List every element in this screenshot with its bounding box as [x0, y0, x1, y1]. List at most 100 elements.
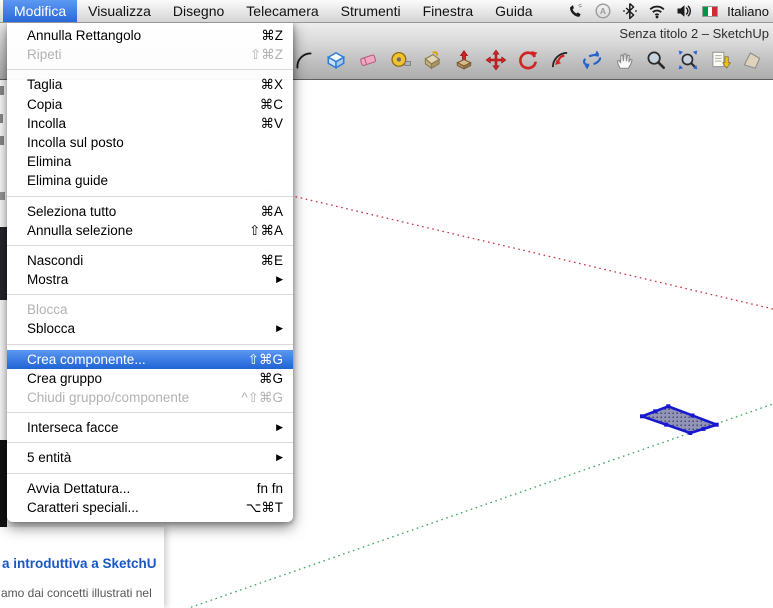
- menu-item-blocca: Blocca: [7, 300, 293, 319]
- menu-item-copia[interactable]: Copia⌘C: [7, 95, 293, 114]
- menubar-status: A Italiano: [567, 0, 773, 22]
- menu-item-label: Copia: [27, 95, 62, 114]
- tape-measure-icon[interactable]: [389, 49, 411, 71]
- menubar-item-visualizza[interactable]: Visualizza: [77, 0, 162, 22]
- edit-menu: Annulla Rettangolo⌘ZRipeti⇧⌘ZTaglia⌘XCop…: [7, 22, 293, 522]
- menu-item-shortcut: fn fn: [257, 479, 283, 498]
- menu-item-crea-gruppo[interactable]: Crea gruppo⌘G: [7, 369, 293, 388]
- menu-item-label: Incolla: [27, 114, 66, 133]
- menubar-item-finestra[interactable]: Finestra: [412, 0, 485, 22]
- push-pull-icon[interactable]: [453, 49, 475, 71]
- background-image-fragment: [0, 227, 7, 300]
- offset-icon[interactable]: [549, 49, 571, 71]
- menu-separator: [7, 289, 293, 300]
- menu-item-nascondi[interactable]: Nascondi⌘E: [7, 251, 293, 270]
- window-title: Senza titolo 2 – SketchUp: [619, 26, 769, 41]
- volume-icon[interactable]: [675, 2, 693, 20]
- menu-item-label: Blocca: [27, 300, 68, 319]
- menu-item-label: Chiudi gruppo/componente: [27, 388, 189, 407]
- menu-item-elimina[interactable]: Elimina: [7, 152, 293, 171]
- input-source-label[interactable]: Italiano: [727, 4, 769, 19]
- previous-view-icon[interactable]: [709, 49, 731, 71]
- submenu-arrow-icon: ▶: [276, 319, 283, 338]
- menubar-item-modifica[interactable]: Modifica: [3, 0, 77, 22]
- menu-item-seleziona-tutto[interactable]: Seleziona tutto ⌘A: [7, 202, 293, 221]
- rotate-icon[interactable]: [517, 49, 539, 71]
- paint-bucket-icon[interactable]: [421, 49, 443, 71]
- menu-item-shortcut: ⇧⌘Z: [250, 45, 283, 64]
- menu-item-shortcut: ^⇧⌘G: [241, 388, 283, 407]
- menubar-items: ModificaVisualizzaDisegnoTelecameraStrum…: [0, 0, 544, 22]
- menu-item-label: Elimina guide: [27, 171, 108, 190]
- help-link[interactable]: a introduttiva a SketchU: [2, 556, 157, 571]
- menubar-item-strumenti[interactable]: Strumenti: [330, 0, 412, 22]
- pan-icon[interactable]: [613, 49, 635, 71]
- menu-item-avvia-dettatura[interactable]: Avvia Dettatura...fn fn: [7, 479, 293, 498]
- menu-item-annulla-selezione[interactable]: Annulla selezione ⇧⌘A: [7, 221, 293, 240]
- menu-item-label: Elimina: [27, 152, 71, 171]
- italian-flag-icon[interactable]: [702, 6, 718, 17]
- menu-item-label: 5 entità: [27, 448, 71, 467]
- wifi-icon[interactable]: [648, 2, 666, 20]
- menu-item-ripeti: Ripeti ⇧⌘Z: [7, 45, 293, 64]
- menu-item-label: Mostra: [27, 270, 68, 289]
- menu-separator: [7, 407, 293, 418]
- background-text-fragment: [0, 136, 4, 145]
- menu-separator: [7, 191, 293, 202]
- menu-item-incolla[interactable]: Incolla ⌘V: [7, 114, 293, 133]
- submenu-arrow-icon: ▶: [276, 270, 283, 289]
- menu-item-taglia[interactable]: Taglia ⌘X: [7, 75, 293, 94]
- menu-item-label: Annulla Rettangolo: [27, 26, 141, 45]
- menu-item-label: Incolla sul posto: [27, 133, 124, 152]
- menubar-item-guida[interactable]: Guida: [484, 0, 543, 22]
- menu-item-shortcut: ⌘G: [259, 369, 283, 388]
- background-image-fragment: [0, 440, 7, 527]
- menu-item-label: Seleziona tutto: [27, 202, 116, 221]
- background-text-fragment: [0, 114, 3, 123]
- menu-item-label: Interseca facce: [27, 418, 119, 437]
- menu-item-incolla-sul-posto[interactable]: Incolla sul posto: [7, 133, 293, 152]
- menu-separator: [7, 437, 293, 448]
- menu-item-mostra[interactable]: Mostra ▶: [7, 270, 293, 289]
- circled-a-icon[interactable]: A: [594, 2, 612, 20]
- menubar-item-disegno[interactable]: Disegno: [162, 0, 235, 22]
- zoom-icon[interactable]: [645, 49, 667, 71]
- menu-separator: [7, 240, 293, 251]
- menu-item-shortcut: ⌘X: [260, 75, 283, 94]
- selected-component[interactable]: [640, 404, 719, 435]
- menu-item-label: Sblocca: [27, 319, 75, 338]
- menubar: ModificaVisualizzaDisegnoTelecameraStrum…: [0, 0, 773, 23]
- arc-tool-icon[interactable]: [293, 49, 315, 71]
- menubar-item-telecamera[interactable]: Telecamera: [235, 0, 329, 22]
- make-component-icon[interactable]: [325, 49, 347, 71]
- menu-item-chiudi-gruppo-componente: Chiudi gruppo/componente ^⇧⌘G: [7, 388, 293, 407]
- menu-item-5-entità[interactable]: 5 entità ▶: [7, 448, 293, 467]
- submenu-arrow-icon: ▶: [276, 448, 283, 467]
- move-icon[interactable]: [485, 49, 507, 71]
- menu-item-annulla-rettangolo[interactable]: Annulla Rettangolo⌘Z: [7, 26, 293, 45]
- menu-item-label: Taglia: [27, 75, 62, 94]
- menu-item-shortcut: ⌘A: [260, 202, 283, 221]
- menu-item-crea-componente[interactable]: Crea componente... ⇧⌘G: [7, 350, 293, 369]
- background-text-fragment: [0, 192, 5, 200]
- bluetooth-icon[interactable]: [621, 2, 639, 20]
- menu-separator: [7, 468, 293, 479]
- menu-item-shortcut: ⇧⌘A: [249, 221, 283, 240]
- menu-item-shortcut: ⌘V: [260, 114, 283, 133]
- menu-item-label: Ripeti: [27, 45, 62, 64]
- menu-item-sblocca[interactable]: Sblocca ▶: [7, 319, 293, 338]
- eraser-icon[interactable]: [357, 49, 379, 71]
- orbit-icon[interactable]: [581, 49, 603, 71]
- menu-item-interseca-facce[interactable]: Interseca facce▶: [7, 418, 293, 437]
- menu-item-shortcut: ⇧⌘G: [248, 350, 283, 369]
- toolbar: [293, 43, 763, 77]
- phone-icon[interactable]: [567, 2, 585, 20]
- menu-item-shortcut: ⌘E: [260, 251, 283, 270]
- menu-item-elimina-guide[interactable]: Elimina guide: [7, 171, 293, 190]
- zoom-extents-icon[interactable]: [677, 49, 699, 71]
- menu-item-label: Crea componente...: [27, 350, 146, 369]
- get-models-icon[interactable]: [741, 49, 763, 71]
- menu-item-label: Annulla selezione: [27, 221, 133, 240]
- menu-item-caratteri-speciali[interactable]: Caratteri speciali...⌥⌘T: [7, 498, 293, 517]
- menu-separator: [7, 64, 293, 75]
